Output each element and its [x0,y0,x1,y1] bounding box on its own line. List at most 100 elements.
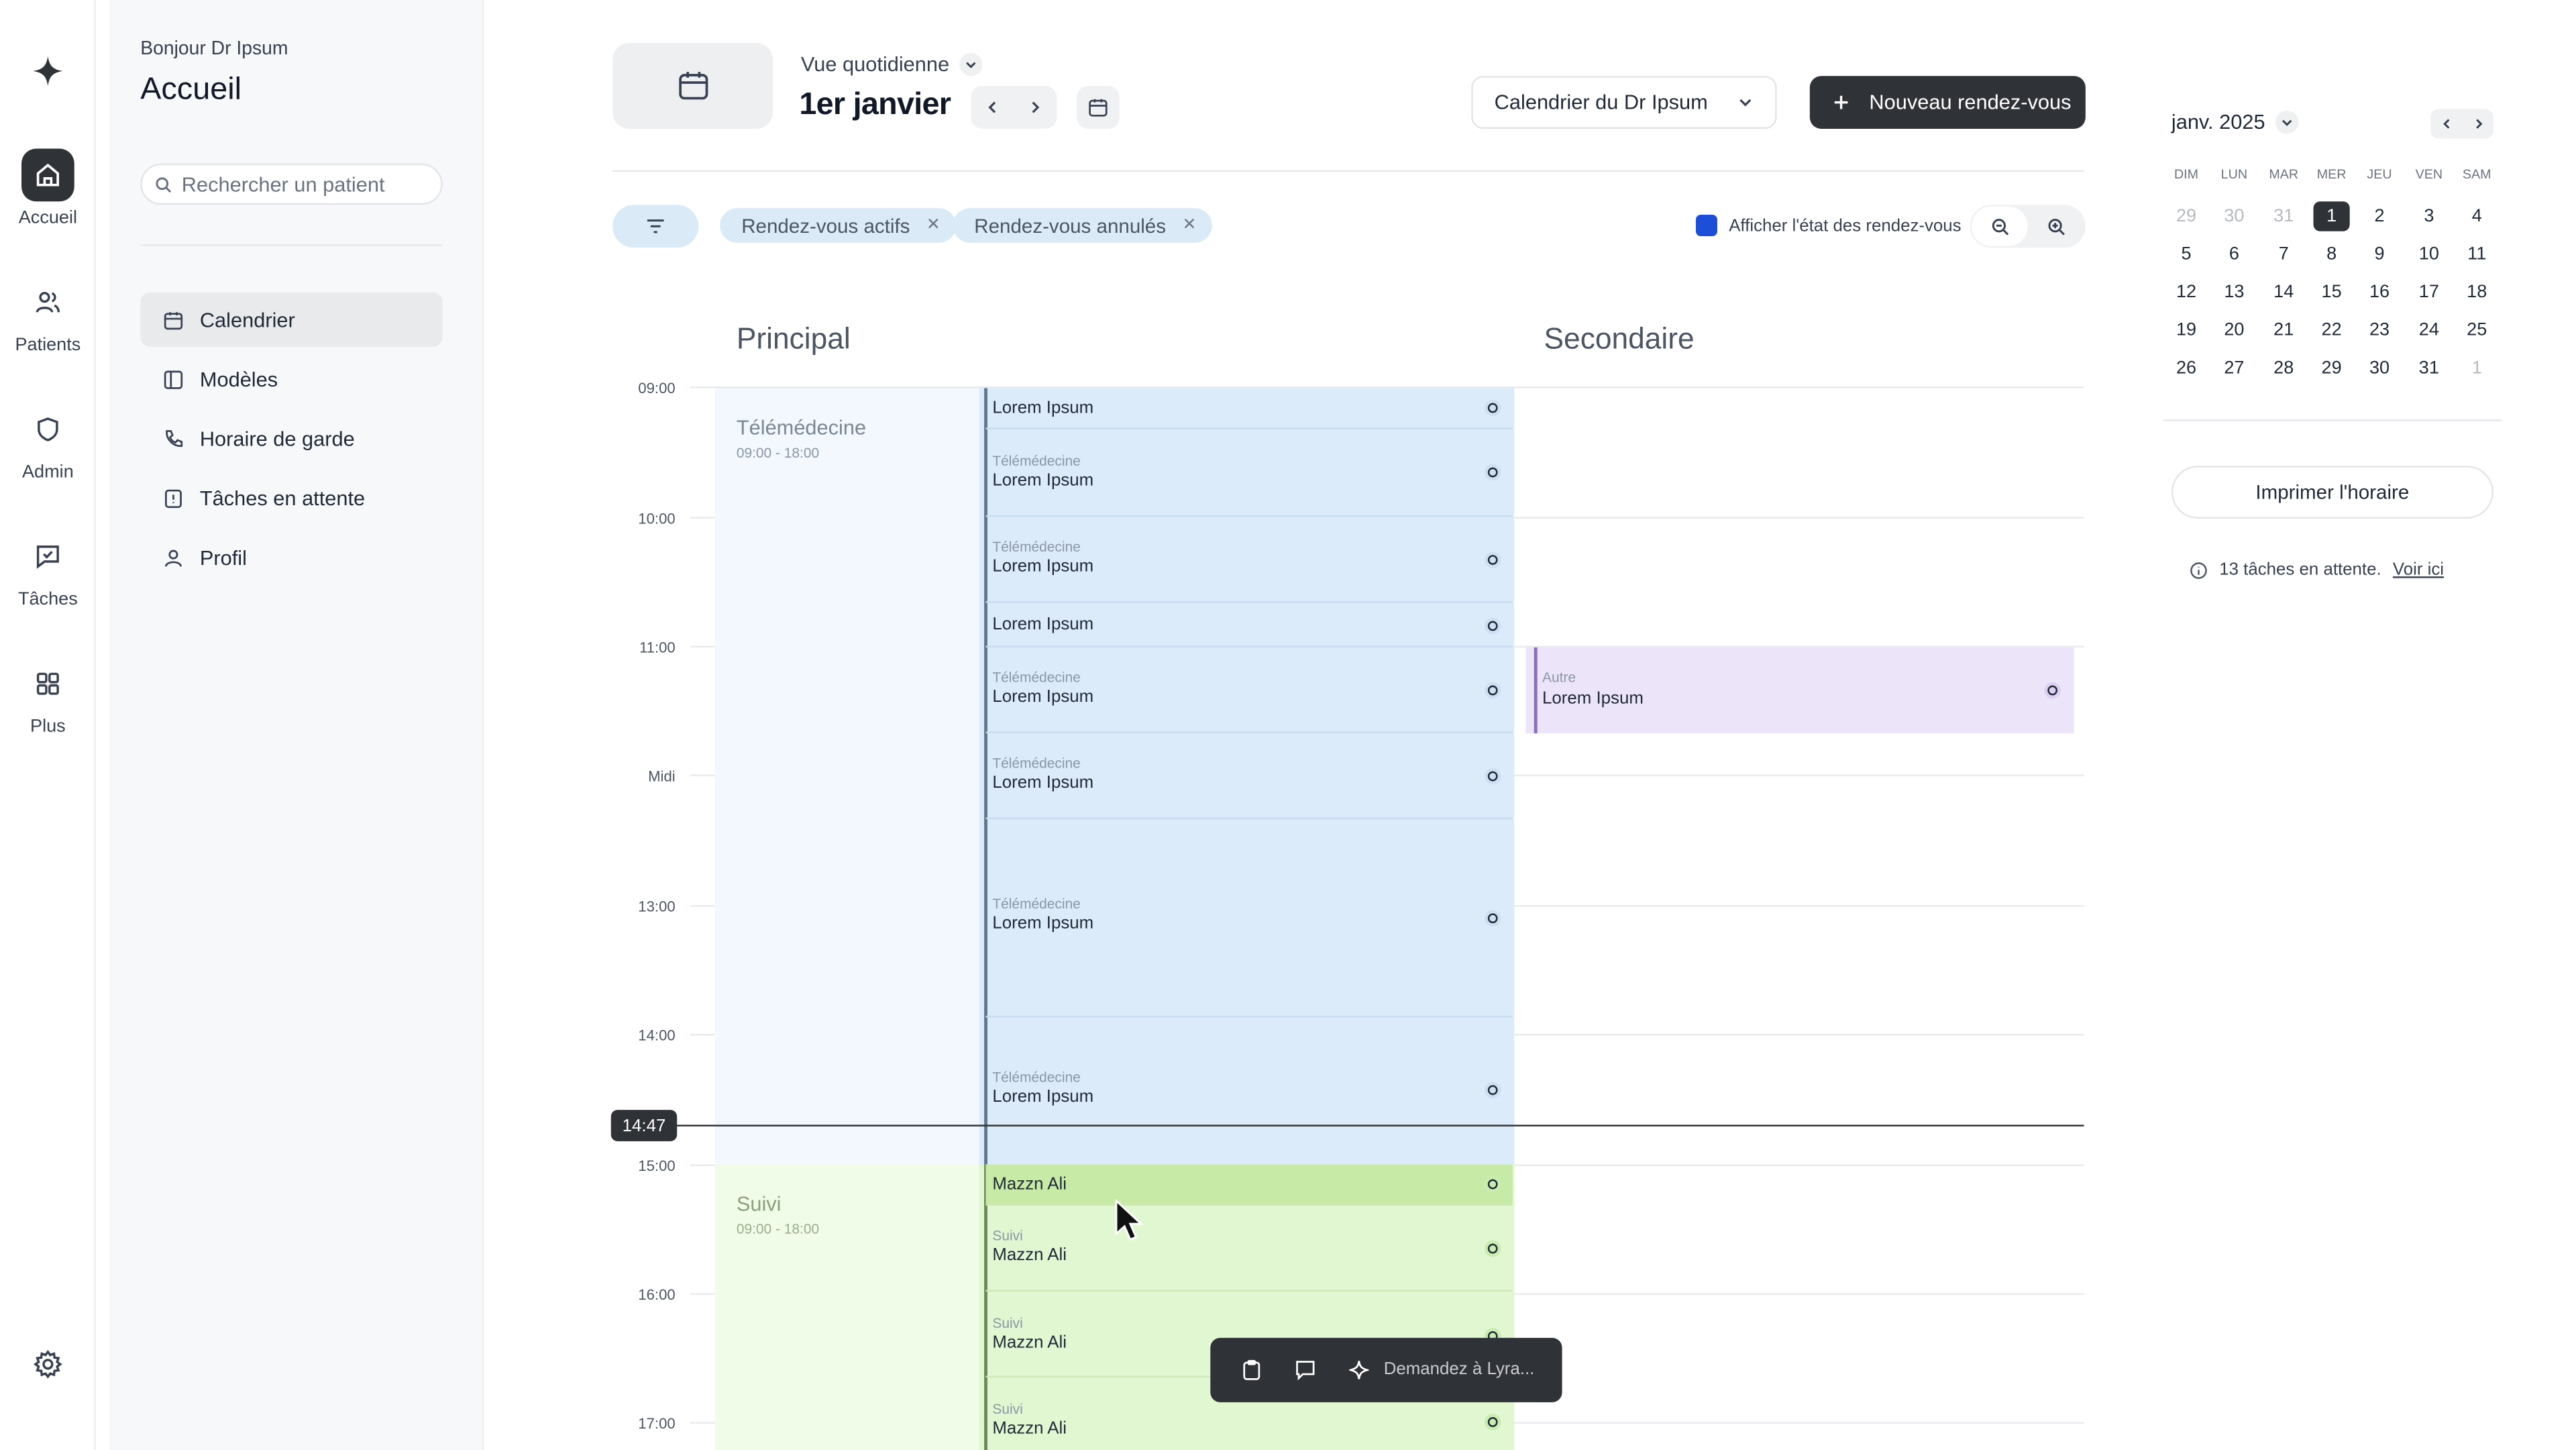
appointment-card[interactable]: Télémédecine Lorem Ipsum [985,429,1513,517]
mini-calendar-day[interactable]: 21 [2265,315,2302,345]
mini-calendar-day[interactable]: 7 [2265,240,2302,269]
rail-item-accueil[interactable]: Accueil [0,148,96,228]
sidebar-item-calendrier[interactable]: Calendrier [140,292,443,347]
mini-calendar-day[interactable]: 28 [2265,354,2302,383]
mini-calendar-day[interactable]: 10 [2411,240,2447,269]
print-schedule-button[interactable]: Imprimer l'horaire [2171,466,2493,519]
assistant-input[interactable]: Demandez à Lyra... [1384,1359,1535,1380]
block-telemedecine[interactable]: Télémédecine 09:00 - 18:00 [714,388,979,1165]
mini-calendar-day[interactable]: 24 [2411,315,2447,345]
mini-calendar-day[interactable]: 29 [2314,354,2350,383]
settings-gear-icon[interactable] [33,1349,62,1379]
date-picker-button[interactable] [1076,85,1120,129]
mini-calendar-day[interactable]: 30 [2361,354,2398,383]
clipboard-icon[interactable] [1242,1359,1262,1381]
sidebar-item-horaire[interactable]: Horaire de garde [140,411,442,466]
new-appointment-button[interactable]: Nouveau rendez-vous [1809,76,2086,129]
search-input[interactable]: Rechercher un patient [140,163,443,205]
filter-chip-actifs[interactable]: Rendez-vous actifs ✕ [720,208,957,243]
appointment-card[interactable]: Télémédecine Lorem Ipsum [985,819,1513,1018]
appointment-card[interactable]: Télémédecine Lorem Ipsum [986,1017,1513,1164]
appointment-card[interactable]: Lorem Ipsum [985,603,1513,648]
mini-calendar-day[interactable]: 3 [2411,201,2447,231]
prev-month-button[interactable] [2440,117,2453,131]
appointment-name: Lorem Ipsum [992,556,1094,577]
rail-item-taches[interactable]: Tâches [0,530,96,609]
zoom-controls [1970,205,2086,248]
calendar-select-label: Calendrier du Dr Ipsum [1494,91,1708,114]
mini-calendar-day[interactable]: 1 [2459,354,2495,383]
block-suivi[interactable]: Suivi 09:00 - 18:00 [714,1164,979,1450]
rail-label: Patients [15,335,81,356]
appointment-card[interactable]: Télémédecine Lorem Ipsum [985,648,1513,733]
mini-calendar-day[interactable]: 31 [2265,201,2302,231]
user-icon [164,548,184,568]
status-dot-icon [1484,617,1501,635]
mini-calendar-day[interactable]: 13 [2216,278,2252,307]
mini-calendar-day[interactable]: 26 [2168,354,2204,383]
mini-calendar-day[interactable]: 8 [2314,240,2350,269]
appointment-card[interactable]: Suivi Mazzn Ali [985,1206,1513,1292]
mini-calendar-day[interactable]: 11 [2459,240,2495,269]
rail-item-plus[interactable]: Plus [0,658,96,737]
status-checkbox[interactable] [1695,214,1717,236]
mini-calendar-day[interactable]: 12 [2168,278,2204,307]
mini-calendar-day[interactable]: 9 [2361,240,2398,269]
filter-chip-annules[interactable]: Rendez-vous annulés ✕ [953,208,1213,243]
weekday-label: MAR [2269,166,2299,182]
status-dot-icon [2044,682,2061,699]
mini-calendar-month: janv. 2025 [2171,110,2265,134]
mini-calendar-day[interactable]: 19 [2168,315,2204,345]
mini-calendar-day-selected[interactable]: 1 [2313,201,2350,231]
weekday-label: SAM [2462,166,2491,182]
next-month-button[interactable] [2471,117,2485,131]
chevron-down-icon [959,52,983,76]
column-header-principal: Principal [736,321,851,356]
template-icon [164,369,184,389]
prev-day-button[interactable] [984,99,1001,116]
mini-calendar-day[interactable]: 16 [2361,278,2398,307]
logo-icon [32,54,64,87]
mini-calendar-day[interactable]: 14 [2265,278,2302,307]
filter-button[interactable] [612,205,699,248]
appointment-card[interactable]: Lorem Ipsum [985,388,1513,429]
pending-tasks-link[interactable]: Voir ici [2393,560,2444,580]
mini-calendar-day[interactable]: 29 [2168,201,2204,231]
mini-calendar-day[interactable]: 15 [2314,278,2350,307]
mini-calendar-day[interactable]: 22 [2314,315,2350,345]
rail-item-patients[interactable]: Patients [0,276,96,355]
view-select[interactable]: Vue quotidienne [801,52,983,76]
appointment-card[interactable]: Mazzn Ali [985,1164,1513,1206]
sidebar-item-taches-attente[interactable]: Tâches en attente [140,471,442,525]
hour-label: 13:00 [638,898,676,915]
close-icon[interactable]: ✕ [1183,216,1197,234]
chat-icon[interactable] [1295,1359,1316,1381]
mini-calendar-day[interactable]: 25 [2459,315,2495,345]
mini-calendar-day[interactable]: 30 [2216,201,2252,231]
appointment-card[interactable]: Télémédecine Lorem Ipsum [985,733,1513,819]
zoom-out-button[interactable] [1972,206,2028,246]
search-icon [155,176,172,193]
mini-calendar-day[interactable]: 23 [2361,315,2398,345]
filter-icon [645,218,665,235]
sidebar-item-profil[interactable]: Profil [140,530,442,584]
mini-calendar-day[interactable]: 20 [2216,315,2252,345]
calendar-select[interactable]: Calendrier du Dr Ipsum [1471,76,1777,129]
mini-calendar-day[interactable]: 2 [2361,201,2398,231]
mini-calendar-day[interactable]: 4 [2459,201,2495,231]
mini-calendar-day[interactable]: 6 [2216,240,2252,269]
mini-calendar-day[interactable]: 17 [2411,278,2447,307]
sidebar-item-modeles[interactable]: Modèles [140,352,442,406]
mini-calendar-day[interactable]: 31 [2411,354,2447,383]
zoom-in-button[interactable] [2029,207,2084,246]
appointment-card[interactable]: Télémédecine Lorem Ipsum [985,517,1513,603]
secondary-appointment-card[interactable]: Autre Lorem Ipsum [1525,647,2074,733]
next-day-button[interactable] [1027,99,1044,116]
rail-item-admin[interactable]: Admin [0,403,96,482]
mini-calendar-month-select[interactable]: janv. 2025 [2171,110,2298,134]
mini-calendar-day[interactable]: 27 [2216,354,2252,383]
close-icon[interactable]: ✕ [926,216,941,234]
plus-icon [1833,94,1849,111]
mini-calendar-day[interactable]: 18 [2459,278,2495,307]
mini-calendar-day[interactable]: 5 [2168,240,2204,269]
